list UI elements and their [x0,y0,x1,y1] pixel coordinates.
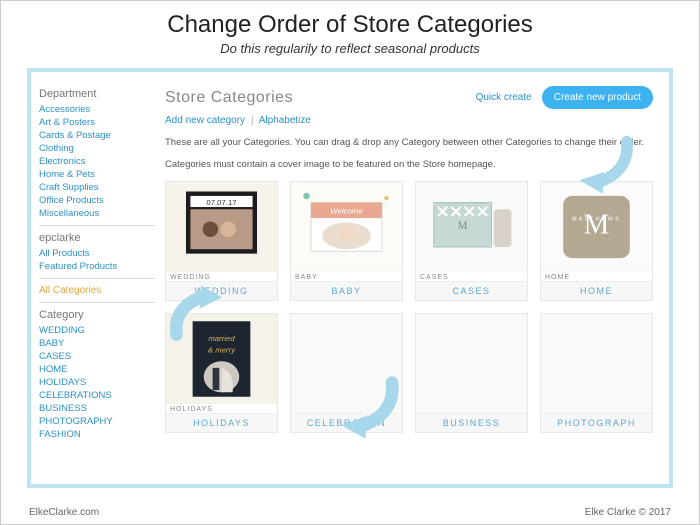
card-caption: HOLIDAYS [166,404,277,413]
sidebar-item[interactable]: BABY [39,338,155,349]
sidebar-item[interactable]: BUSINESS [39,403,155,414]
sidebar-item[interactable]: CASES [39,351,155,362]
sidebar-item[interactable]: CELEBRATIONS [39,390,155,401]
sidebar: Department Accessories Art & Posters Car… [31,72,163,484]
footer-copyright: Elke Clarke © 2017 [585,507,671,518]
category-card-business[interactable]: BUSINESS [415,313,528,433]
quick-create-link[interactable]: Quick create [476,92,532,103]
annotation-arrow-icon [569,132,639,197]
card-thumb [541,314,652,413]
card-label[interactable]: CASES [416,281,527,300]
main-title: Store Categories [165,89,293,107]
card-label[interactable]: BUSINESS [416,413,527,432]
annotation-arrow-icon [161,282,241,352]
sidebar-item-all-categories[interactable]: All Categories [39,285,155,296]
category-card-baby[interactable]: Welcome BABY BABY [290,181,403,301]
svg-text:M: M [458,220,468,232]
sidebar-item[interactable]: Clothing [39,143,155,154]
page-subtitle: Do this regularily to reflect seasonal p… [1,41,699,56]
annotation-arrow-icon [331,372,411,442]
alphabetize-link[interactable]: Alphabetize [259,115,311,126]
category-card-cases[interactable]: M CASES CASES [415,181,528,301]
sidebar-item[interactable]: Accessories [39,104,155,115]
sidebar-item[interactable]: PHOTOGRAPHY [39,416,155,427]
sidebar-item[interactable]: Office Products [39,195,155,206]
card-label[interactable]: BABY [291,281,402,300]
card-label[interactable]: HOME [541,281,652,300]
page-title: Change Order of Store Categories [1,11,699,39]
sidebar-item[interactable]: Cards & Postage [39,130,155,141]
card-thumb [416,314,527,413]
footer-site: ElkeClarke.com [29,507,99,518]
category-card-photograph[interactable]: PHOTOGRAPH [540,313,653,433]
department-list: Accessories Art & Posters Cards & Postag… [39,104,155,219]
category-heading: Category [39,309,155,321]
epclarke-heading: epclarke [39,232,155,244]
card-thumb: Welcome [291,182,402,272]
sidebar-item[interactable]: Home & Pets [39,169,155,180]
svg-text:MATTHEWS: MATTHEWS [572,216,621,222]
sidebar-item[interactable]: Featured Products [39,261,155,272]
sidebar-item[interactable]: Electronics [39,156,155,167]
create-new-product-button[interactable]: Create new product [542,86,653,109]
card-caption: CASES [416,272,527,281]
card-caption: WEDDING [166,272,277,281]
card-caption: BABY [291,272,402,281]
svg-text:Welcome: Welcome [330,206,363,215]
sidebar-item[interactable]: Art & Posters [39,117,155,128]
card-label[interactable]: PHOTOGRAPH [541,413,652,432]
category-card-home[interactable]: MMATTHEWS HOME HOME [540,181,653,301]
svg-text:M: M [584,208,610,240]
svg-text:07.07.17: 07.07.17 [206,197,236,206]
card-thumb: 07.07.17 [166,182,277,272]
sidebar-item[interactable]: HOME [39,364,155,375]
card-caption: HOME [541,272,652,281]
sidebar-item[interactable]: WEDDING [39,325,155,336]
department-heading: Department [39,88,155,100]
add-category-link[interactable]: Add new category [165,115,245,126]
sidebar-item[interactable]: FASHION [39,429,155,440]
sidebar-item[interactable]: All Products [39,248,155,259]
sidebar-item[interactable]: Miscellaneous [39,208,155,219]
sidebar-item[interactable]: HOLIDAYS [39,377,155,388]
sidebar-item[interactable]: Craft Supplies [39,182,155,193]
app-frame: Department Accessories Art & Posters Car… [27,68,673,488]
card-label[interactable]: HOLIDAYS [166,413,277,432]
card-thumb: M [416,182,527,272]
